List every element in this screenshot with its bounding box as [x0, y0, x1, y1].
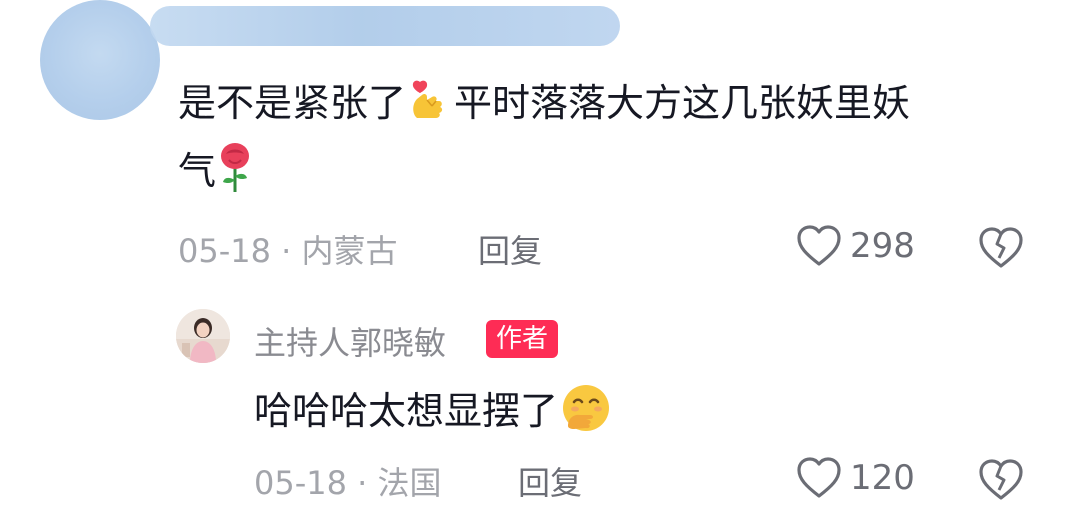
reply-button[interactable]: 回复 [518, 458, 582, 504]
dislike-broken-heart-icon[interactable] [978, 458, 1024, 502]
like-count: 298 [850, 226, 915, 266]
redacted-avatar [40, 0, 160, 120]
redacted-username [150, 6, 620, 46]
comment-text-part: 平时落落大方这几张妖里妖 [454, 81, 911, 125]
comment-location: 内蒙古 [301, 232, 398, 270]
reply-location: 法国 [377, 464, 442, 502]
hand-over-mouth-emoji-icon [560, 382, 612, 434]
reply-button[interactable]: 回复 [478, 226, 542, 272]
author-badge: 作者 [486, 320, 559, 358]
like-heart-icon[interactable] [796, 224, 842, 268]
comment-text-line1: 是不是紧张了 平时落落大方这几张妖里妖 [178, 72, 910, 134]
finger-heart-emoji-icon [408, 78, 452, 122]
comment-text-part: 是不是紧张了 [178, 81, 407, 125]
like-count: 120 [850, 458, 915, 498]
reply-date: 05-18 [254, 464, 347, 502]
comment-text-line2: 气 [178, 140, 254, 202]
author-name[interactable]: 主持人郭晓敏 [254, 318, 446, 364]
rose-emoji-icon [216, 142, 254, 194]
comment-text-part: 气 [178, 149, 217, 193]
reply-text-part: 哈哈哈太想显摆了 [254, 389, 559, 433]
reply-text: 哈哈哈太想显摆了 [254, 380, 612, 442]
meta-separator: · [357, 464, 368, 502]
comment-date: 05-18 [178, 232, 271, 270]
dislike-broken-heart-icon[interactable] [978, 226, 1024, 270]
like-heart-icon[interactable] [796, 456, 842, 500]
author-avatar[interactable] [176, 309, 230, 363]
comment-meta: 05-18 · 内蒙古 [178, 226, 398, 272]
reply-meta: 05-18 · 法国 [254, 458, 442, 504]
meta-separator: · [281, 232, 292, 270]
